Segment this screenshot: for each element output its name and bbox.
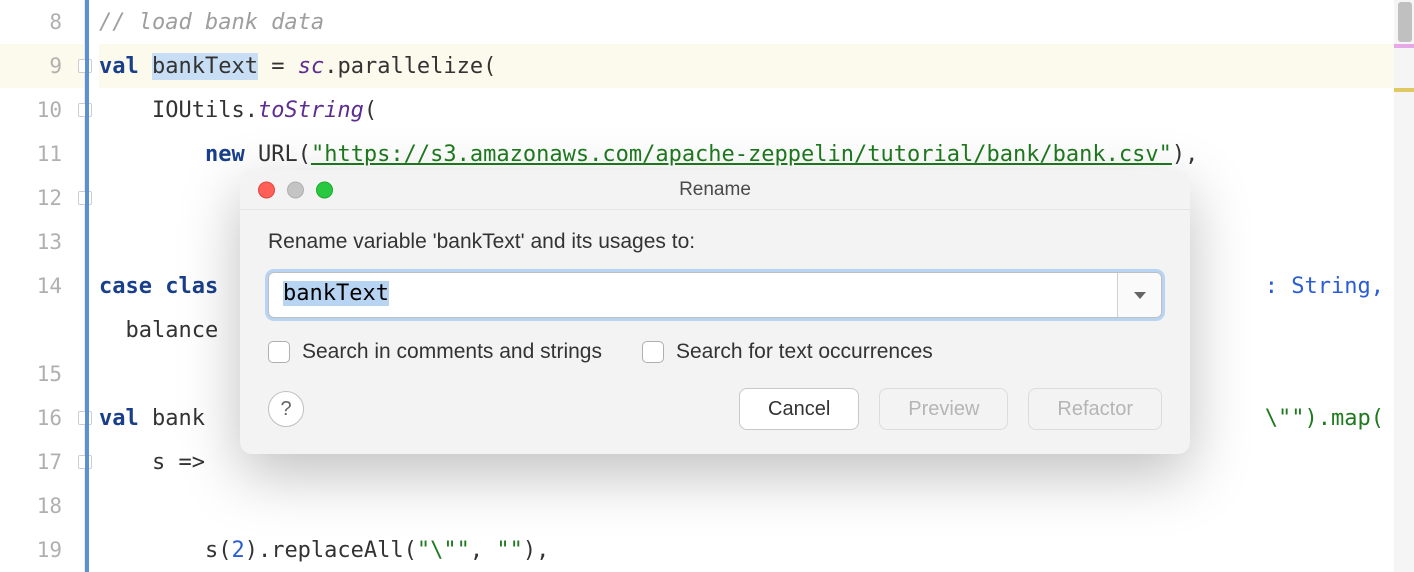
chevron-down-icon — [1134, 292, 1146, 299]
dropdown-button[interactable] — [1117, 273, 1161, 317]
close-icon[interactable] — [258, 181, 275, 198]
code-line: s(2).replaceAll("\"", ""), — [99, 528, 1414, 572]
cancel-button[interactable]: Cancel — [739, 388, 859, 430]
search-comments-checkbox[interactable]: Search in comments and strings — [268, 340, 602, 364]
rename-input-combo[interactable]: bankText — [268, 272, 1162, 318]
dialog-title: Rename — [240, 179, 1190, 201]
help-button[interactable]: ? — [268, 391, 304, 427]
error-stripe-marker[interactable] — [1394, 88, 1414, 92]
line-number: 14 — [0, 264, 84, 308]
checkbox-label: Search in comments and strings — [302, 340, 602, 364]
refactor-button[interactable]: Refactor — [1028, 388, 1162, 430]
line-number: 11 — [0, 132, 84, 176]
rename-dialog: Rename Rename variable 'bankText' and it… — [240, 170, 1190, 454]
code-line: IOUtils.toString( — [99, 88, 1414, 132]
gutter: 8 9 10 11 12 13 14 15 16 17 18 19 — [0, 0, 85, 572]
vertical-scrollbar[interactable] — [1394, 0, 1414, 572]
line-number: 18 — [0, 484, 84, 528]
line-number: 10 — [0, 88, 84, 132]
help-icon: ? — [280, 398, 291, 421]
maximize-icon[interactable] — [316, 181, 333, 198]
error-stripe-marker[interactable] — [1394, 44, 1414, 48]
line-number: 17 — [0, 440, 84, 484]
line-number: 13 — [0, 220, 84, 264]
line-number: 15 — [0, 352, 84, 396]
dialog-body: Rename variable 'bankText' and its usage… — [240, 210, 1190, 454]
rename-prompt-label: Rename variable 'bankText' and its usage… — [268, 230, 1162, 254]
dialog-footer: ? Cancel Preview Refactor — [268, 388, 1162, 430]
checkbox-icon[interactable] — [268, 341, 290, 363]
minimize-icon — [287, 181, 304, 198]
code-line: val bankText = sc.parallelize( — [99, 44, 1414, 88]
scrollbar-thumb[interactable] — [1398, 2, 1412, 42]
traffic-lights — [258, 181, 333, 198]
preview-button[interactable]: Preview — [879, 388, 1008, 430]
code-line: // load bank data — [99, 0, 1414, 44]
line-number: 16 — [0, 396, 84, 440]
line-number: 8 — [0, 0, 84, 44]
search-text-occurrences-checkbox[interactable]: Search for text occurrences — [642, 340, 933, 364]
line-number: 19 — [0, 528, 84, 572]
checkbox-label: Search for text occurrences — [676, 340, 933, 364]
line-number: 9 — [0, 44, 84, 88]
rename-input[interactable]: bankText — [269, 273, 1117, 317]
line-number: 12 — [0, 176, 84, 220]
checkbox-icon[interactable] — [642, 341, 664, 363]
line-number — [0, 308, 84, 352]
dialog-titlebar[interactable]: Rename — [240, 170, 1190, 210]
code-line — [99, 484, 1414, 528]
